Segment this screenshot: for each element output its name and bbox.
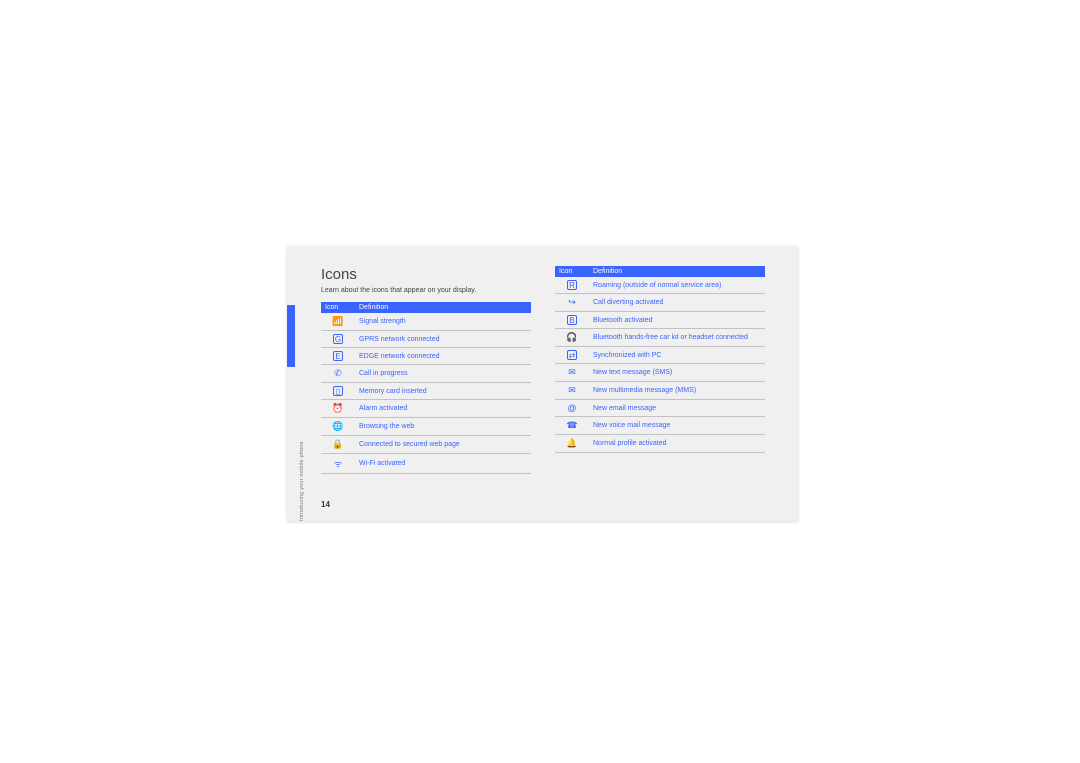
memory-card-icon: ▯: [321, 383, 355, 400]
table-row: @New email message: [555, 400, 765, 417]
gprs-icon: G: [321, 331, 355, 348]
voicemail-icon: ☎: [555, 417, 589, 435]
page-number: 14: [321, 500, 330, 509]
right-column: Icon Definition RRoaming (outside of nor…: [555, 266, 765, 511]
definition-cell: Bluetooth hands-free car kit or headset …: [589, 329, 765, 347]
roaming-icon: R: [555, 277, 589, 294]
table-row: GGPRS network connected: [321, 331, 531, 348]
definition-cell: Connected to secured web page: [355, 436, 531, 454]
left-column: Icons Learn about the icons that appear …: [321, 266, 531, 511]
table-row: 🔒Connected to secured web page: [321, 436, 531, 454]
signal-strength-icon: 📶: [321, 313, 355, 331]
table-row: EEDGE network connected: [321, 348, 531, 365]
definition-cell: New multimedia message (MMS): [589, 382, 765, 400]
sms-icon: ✉: [555, 364, 589, 382]
definition-cell: New text message (SMS): [589, 364, 765, 382]
profile-normal-icon: 🔔: [555, 435, 589, 453]
table-row: 🎧Bluetooth hands-free car kit or headset…: [555, 329, 765, 347]
alarm-icon: ⏰: [321, 400, 355, 418]
icon-table-right: Icon Definition RRoaming (outside of nor…: [555, 266, 765, 453]
bt-headset-icon: 🎧: [555, 329, 589, 347]
header-icon: Icon: [555, 266, 589, 277]
browsing-web-icon: 🌐: [321, 418, 355, 436]
call-divert-icon: ↪: [555, 294, 589, 312]
definition-cell: Signal strength: [355, 313, 531, 331]
table-row: RRoaming (outside of normal service area…: [555, 277, 765, 294]
definition-cell: Memory card inserted: [355, 383, 531, 400]
definition-cell: GPRS network connected: [355, 331, 531, 348]
table-row: ▯Memory card inserted: [321, 383, 531, 400]
intro-text: Learn about the icons that appear on you…: [321, 287, 531, 294]
table-row: ᯤWi-Fi activated: [321, 454, 531, 474]
definition-cell: Call in progress: [355, 365, 531, 383]
wifi-icon: ᯤ: [321, 454, 355, 474]
table-row: ⏰Alarm activated: [321, 400, 531, 418]
table-row: 🌐Browsing the web: [321, 418, 531, 436]
table-header-row: Icon Definition: [555, 266, 765, 277]
mms-icon: ✉: [555, 382, 589, 400]
pc-sync-icon: ⇄: [555, 347, 589, 364]
icon-table-left: Icon Definition 📶Signal strengthGGPRS ne…: [321, 302, 531, 474]
page-title: Icons: [321, 266, 531, 283]
definition-cell: Call diverting activated: [589, 294, 765, 312]
definition-cell: Alarm activated: [355, 400, 531, 418]
table-row: 📶Signal strength: [321, 313, 531, 331]
table-row: ☎New voice mail message: [555, 417, 765, 435]
header-definition: Definition: [589, 266, 765, 277]
secured-web-icon: 🔒: [321, 436, 355, 454]
edge-icon: E: [321, 348, 355, 365]
definition-cell: Browsing the web: [355, 418, 531, 436]
definition-cell: New email message: [589, 400, 765, 417]
header-definition: Definition: [355, 302, 531, 313]
definition-cell: EDGE network connected: [355, 348, 531, 365]
definition-cell: Normal profile activated: [589, 435, 765, 453]
table-row: ✆Call in progress: [321, 365, 531, 383]
side-tab: [287, 305, 295, 367]
definition-cell: Wi-Fi activated: [355, 454, 531, 474]
table-row: BBluetooth activated: [555, 312, 765, 329]
definition-cell: New voice mail message: [589, 417, 765, 435]
definition-cell: Roaming (outside of normal service area): [589, 277, 765, 294]
table-header-row: Icon Definition: [321, 302, 531, 313]
header-icon: Icon: [321, 302, 355, 313]
table-row: ✉New text message (SMS): [555, 364, 765, 382]
table-row: ↪Call diverting activated: [555, 294, 765, 312]
definition-cell: Synchronized with PC: [589, 347, 765, 364]
call-progress-icon: ✆: [321, 365, 355, 383]
side-label: Introducing your mobile phone: [299, 421, 306, 521]
table-row: ⇄Synchronized with PC: [555, 347, 765, 364]
definition-cell: Bluetooth activated: [589, 312, 765, 329]
table-row: 🔔Normal profile activated: [555, 435, 765, 453]
table-row: ✉New multimedia message (MMS): [555, 382, 765, 400]
manual-page: Introducing your mobile phone Icons Lear…: [287, 246, 798, 521]
bluetooth-icon: B: [555, 312, 589, 329]
email-icon: @: [555, 400, 589, 417]
